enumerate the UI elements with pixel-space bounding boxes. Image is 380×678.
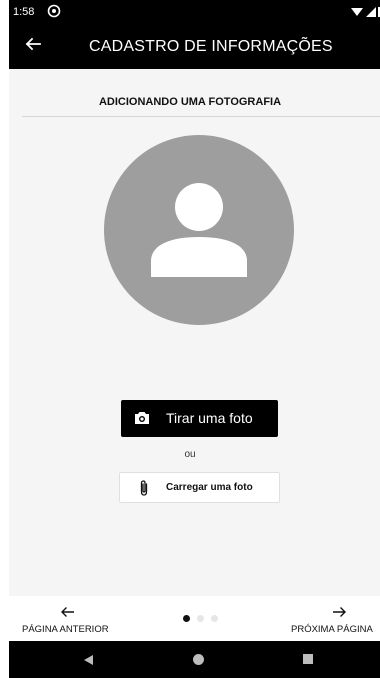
system-home-icon[interactable] <box>193 654 204 665</box>
upload-photo-button[interactable]: Carregar uma foto <box>119 472 280 503</box>
system-back-icon[interactable] <box>82 653 94 665</box>
paperclip-icon <box>137 479 151 497</box>
signal-icon <box>350 5 380 19</box>
arrow-left-icon <box>25 36 41 57</box>
app-window: 1:58 CADASTRO DE INFORMAÇÕES ADICIONANDO… <box>9 0 380 678</box>
status-time: 1:58 <box>13 6 35 18</box>
avatar-placeholder[interactable] <box>104 135 294 325</box>
page-indicator <box>183 615 223 623</box>
person-placeholder-icon <box>104 183 294 329</box>
screen: 1:58 CADASTRO DE INFORMAÇÕES ADICIONANDO… <box>0 0 380 678</box>
system-recents-icon[interactable] <box>303 654 313 664</box>
arrow-right-icon <box>331 604 347 620</box>
pager-navigation: PÁGINA ANTERIOR PRÓXIMA PÁGINA <box>9 596 380 641</box>
arrow-left-icon <box>60 604 76 620</box>
previous-page-label: PÁGINA ANTERIOR <box>22 624 109 635</box>
take-photo-label: Tirar uma foto <box>166 410 253 426</box>
next-page-label: PRÓXIMA PÁGINA <box>291 624 373 635</box>
divider <box>22 116 380 117</box>
or-separator: ou <box>184 449 196 460</box>
next-page-button[interactable]: PRÓXIMA PÁGINA <box>290 604 380 636</box>
take-photo-button[interactable]: Tirar uma foto <box>121 400 278 437</box>
page-title: CADASTRO DE INFORMAÇÕES <box>89 38 333 55</box>
page-dot-1 <box>183 615 190 622</box>
app-toolbar: CADASTRO DE INFORMAÇÕES <box>9 24 380 69</box>
upload-photo-label: Carregar uma foto <box>166 482 253 493</box>
page-dot-2 <box>197 615 204 622</box>
camera-icon <box>133 409 151 427</box>
back-button[interactable] <box>21 34 45 58</box>
status-bar: 1:58 <box>9 0 380 24</box>
previous-page-button[interactable]: PÁGINA ANTERIOR <box>20 604 120 636</box>
system-navigation-bar <box>9 641 380 678</box>
page-dot-3 <box>211 615 218 622</box>
section-title: ADICIONANDO UMA FOTOGRAFIA <box>98 96 282 108</box>
sync-icon <box>47 4 61 18</box>
